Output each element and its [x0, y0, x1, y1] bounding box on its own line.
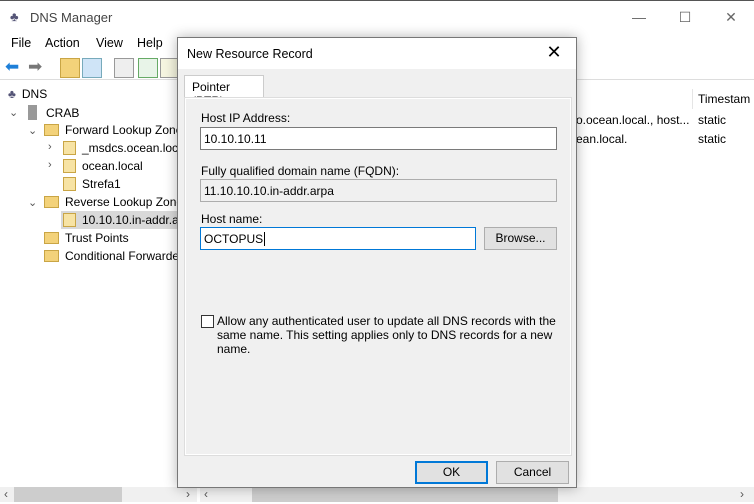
ok-button[interactable]: OK — [415, 461, 488, 484]
close-button[interactable]: ✕ — [708, 1, 754, 33]
chevron-down-icon[interactable]: ⌄ — [28, 196, 37, 209]
host-ip-label: Host IP Address: — [201, 111, 291, 125]
folder-icon — [44, 196, 59, 208]
allow-update-checkbox[interactable] — [201, 315, 214, 328]
record-timestamp: static — [698, 113, 727, 127]
fqdn-label: Fully qualified domain name (FQDN): — [201, 164, 400, 178]
menu-action[interactable]: Action — [45, 36, 80, 50]
column-header-timestamp[interactable]: Timestam — [698, 92, 750, 106]
dialog-close-button[interactable]: ✕ — [542, 42, 566, 63]
refresh-icon[interactable] — [138, 58, 158, 78]
scroll-left-icon[interactable]: ‹ — [4, 487, 8, 501]
host-name-label: Host name: — [201, 212, 263, 226]
new-resource-record-dialog: New Resource Record ✕ Pointer (PTR) Host… — [177, 37, 577, 488]
tree-item-forward-lookup-zones[interactable]: Forward Lookup Zone — [44, 123, 182, 137]
record-timestamp: static — [698, 132, 727, 146]
window-titlebar: ♣ DNS Manager — ☐ ✕ — [0, 0, 754, 32]
server-icon — [28, 105, 37, 120]
browse-button[interactable]: Browse... — [484, 227, 557, 250]
tree-item-conditional-forwarders[interactable]: Conditional Forwarde — [44, 249, 179, 263]
chevron-right-icon[interactable]: › — [48, 159, 52, 171]
dns-icon: ♣ — [8, 87, 16, 101]
dialog-titlebar: New Resource Record ✕ — [178, 38, 576, 69]
tree-item-msdcs[interactable]: _msdcs.ocean.loc — [63, 141, 178, 155]
menu-help[interactable]: Help — [137, 36, 163, 50]
tree-item-dns[interactable]: ♣ DNS — [8, 87, 47, 101]
tree-horizontal-scrollbar[interactable]: ‹ › — [0, 487, 197, 502]
console-tree: ♣ DNS ⌄ CRAB ⌄ Forward Lookup Zone › _msd… — [0, 84, 197, 487]
forward-arrow-icon[interactable]: ➡ — [28, 57, 42, 77]
tree-item-crab[interactable]: CRAB — [28, 105, 79, 120]
menu-file[interactable]: File — [11, 36, 31, 50]
back-arrow-icon[interactable]: ⬅ — [5, 57, 19, 77]
record-data: ean.local. — [576, 132, 628, 146]
host-ip-input[interactable]: 10.10.10.11 — [200, 127, 557, 150]
folder-icon — [44, 124, 59, 136]
allow-update-label: Allow any authenticated user to update a… — [217, 314, 556, 356]
tree-item-trust-points[interactable]: Trust Points — [44, 231, 129, 245]
window-title: DNS Manager — [30, 10, 113, 25]
zone-icon — [63, 141, 76, 155]
fqdn-field: 11.10.10.10.in-addr.arpa — [200, 179, 557, 202]
up-folder-icon[interactable] — [60, 58, 80, 78]
scroll-right-icon[interactable]: › — [740, 487, 744, 501]
maximize-button[interactable]: ☐ — [662, 1, 708, 33]
scrollbar-thumb[interactable] — [252, 487, 558, 502]
dns-manager-icon: ♣ — [10, 9, 19, 24]
properties-icon[interactable] — [114, 58, 134, 78]
text-cursor — [264, 232, 266, 246]
tab-pointer-ptr[interactable]: Pointer (PTR) — [184, 75, 264, 108]
tree-item-ocean-local[interactable]: ocean.local — [63, 159, 143, 173]
scroll-left-icon[interactable]: ‹ — [204, 487, 208, 501]
folder-icon — [44, 250, 59, 262]
scrollbar-thumb[interactable] — [14, 487, 122, 502]
zone-icon — [63, 177, 76, 191]
minimize-button[interactable]: — — [616, 1, 662, 33]
scroll-right-icon[interactable]: › — [186, 487, 190, 501]
ptr-tab-panel: Host IP Address: 10.10.10.11 Fully quali… — [184, 97, 572, 456]
host-name-input[interactable]: OCTOPUS — [200, 227, 476, 250]
tree-item-reverse-lookup-zones[interactable]: Reverse Lookup Zone — [44, 195, 183, 209]
show-hide-tree-icon[interactable] — [82, 58, 102, 78]
chevron-right-icon[interactable]: › — [48, 141, 52, 153]
tree-item-strefa1[interactable]: Strefa1 — [63, 177, 121, 191]
menu-view[interactable]: View — [96, 36, 123, 50]
column-divider — [692, 89, 693, 109]
folder-icon — [44, 232, 59, 244]
chevron-down-icon[interactable]: ⌄ — [28, 124, 37, 137]
zone-icon — [63, 213, 76, 227]
cancel-button[interactable]: Cancel — [496, 461, 569, 484]
dialog-title: New Resource Record — [187, 47, 313, 61]
results-horizontal-scrollbar[interactable]: ‹ › — [200, 487, 754, 502]
zone-icon — [63, 159, 76, 173]
chevron-down-icon[interactable]: ⌄ — [9, 106, 18, 119]
record-data: o.ocean.local., host... — [576, 113, 690, 127]
